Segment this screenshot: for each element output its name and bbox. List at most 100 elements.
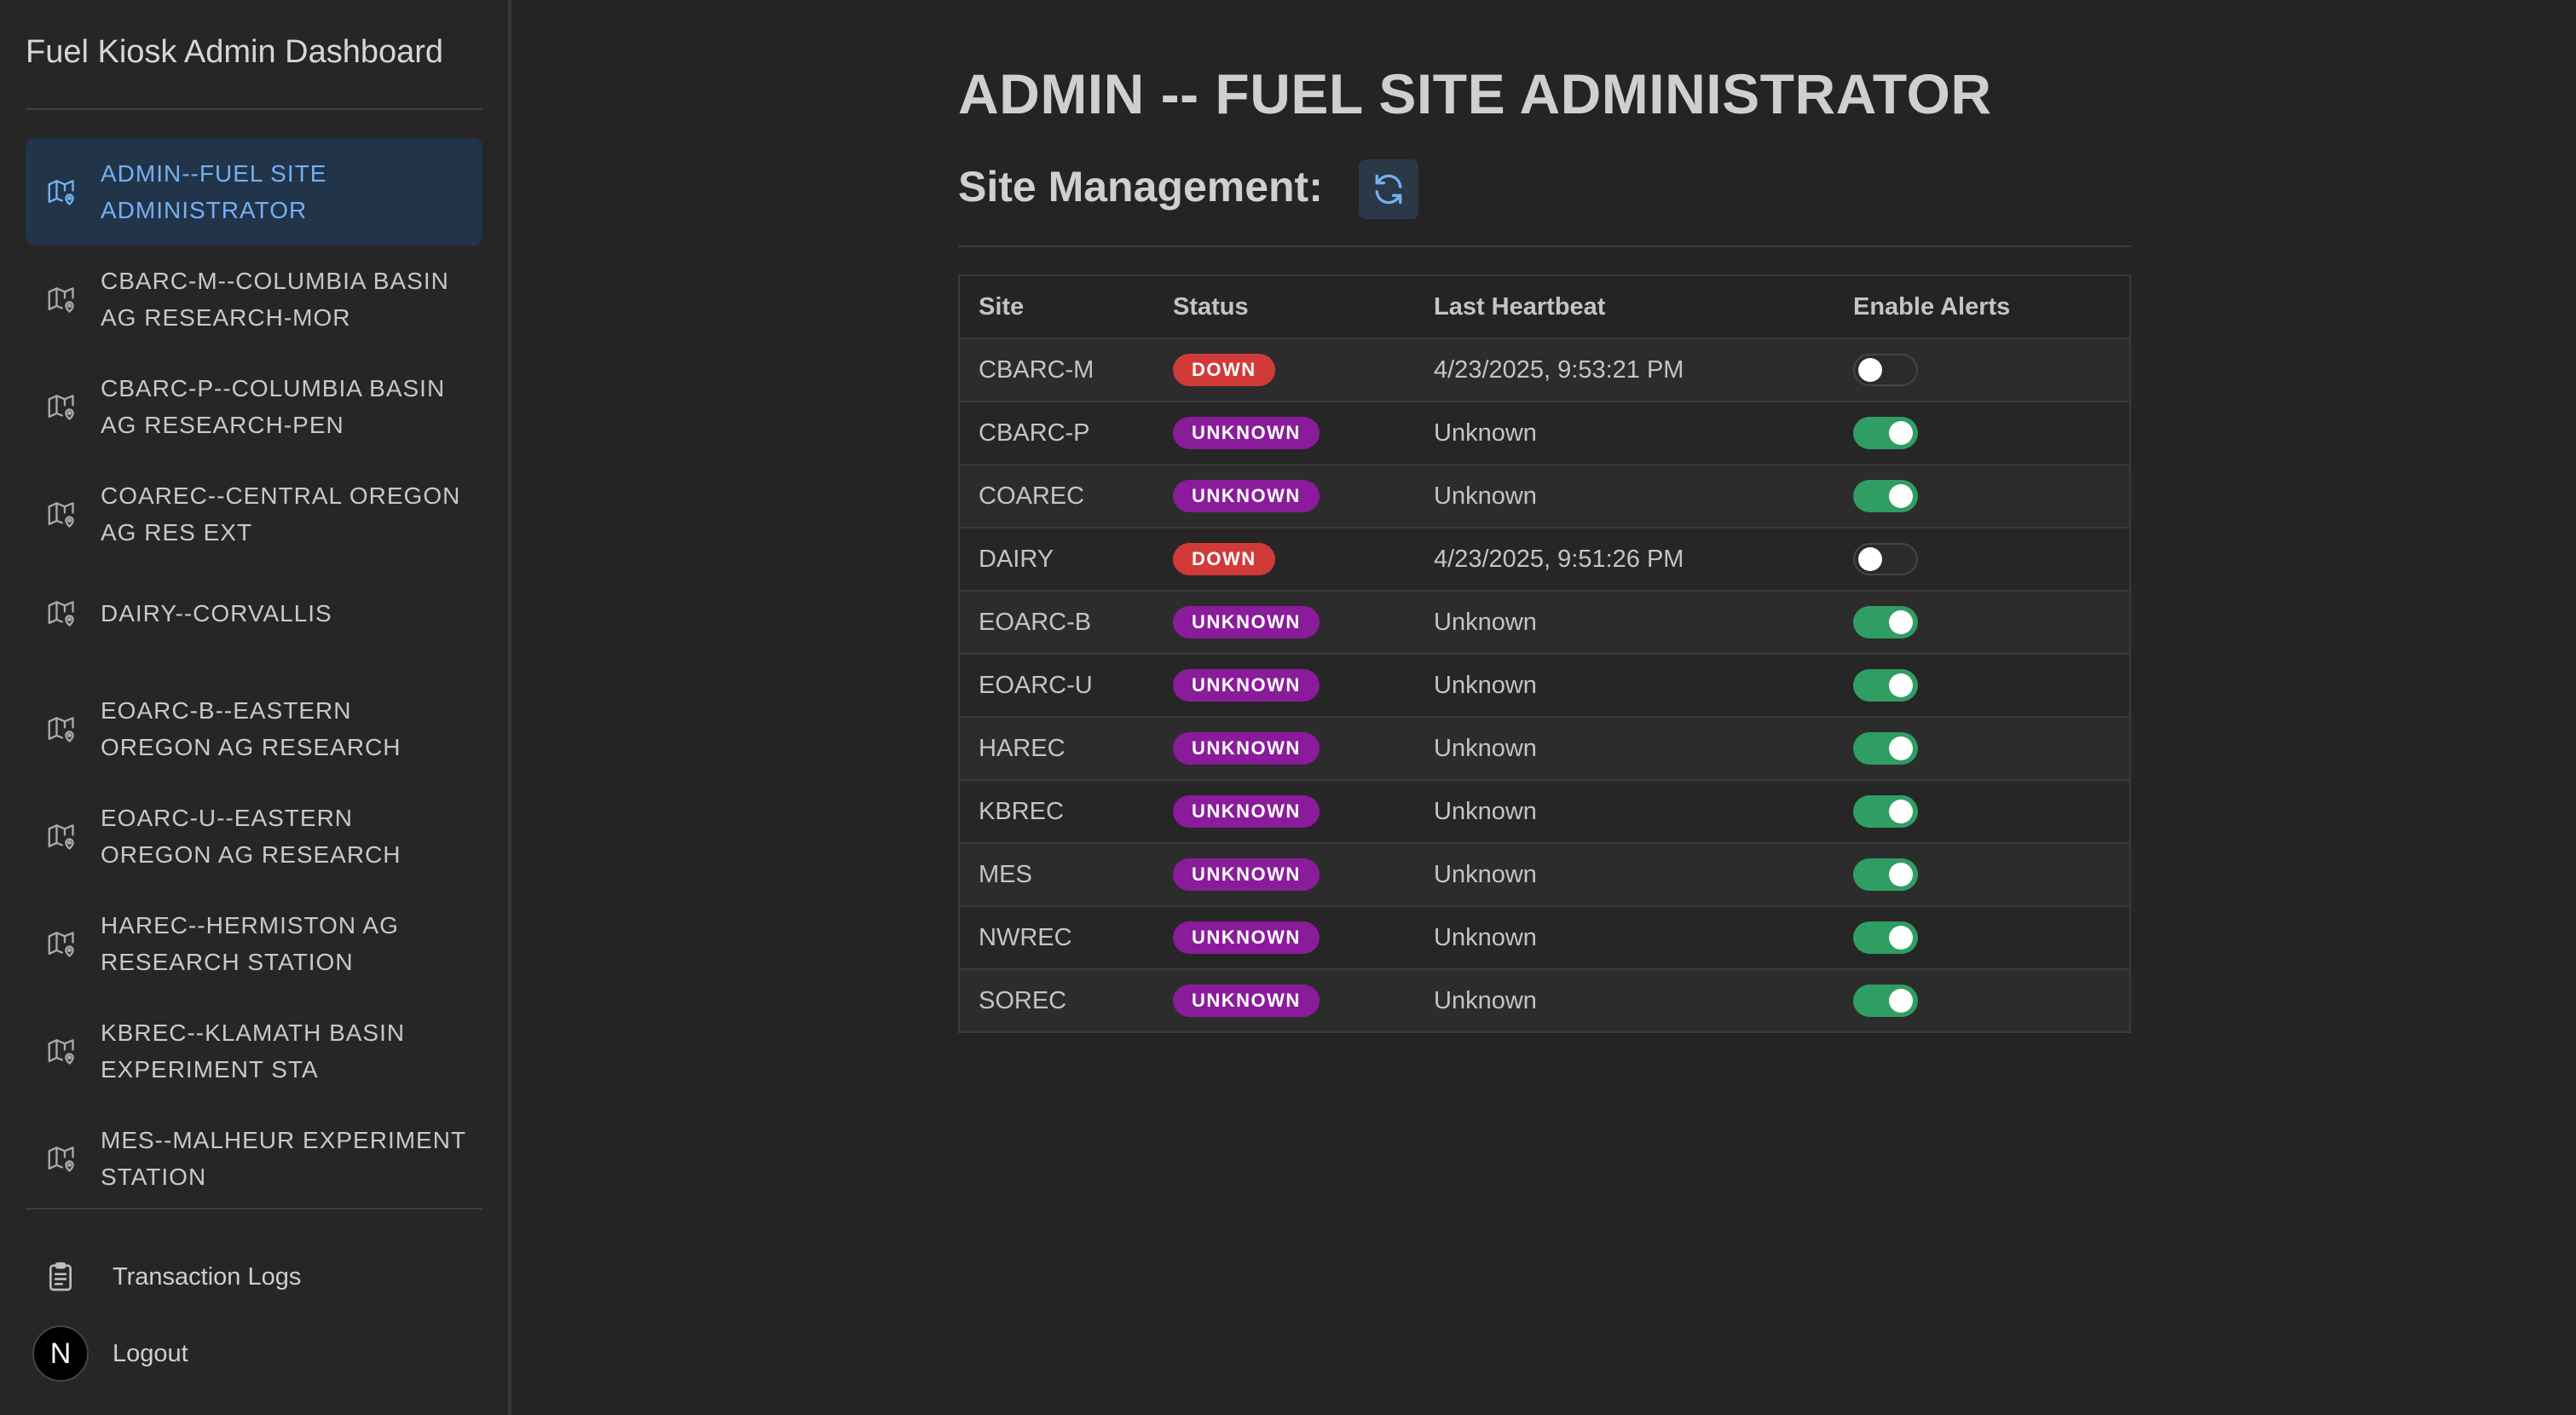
map-pin-icon <box>43 710 80 748</box>
table-row: EOARC-U UNKNOWN Unknown <box>960 653 2129 716</box>
table-row: KBREC UNKNOWN Unknown <box>960 779 2129 842</box>
toggle-knob <box>1889 800 1913 823</box>
map-pin-icon <box>43 594 80 632</box>
sidebar-item-dairy[interactable]: DAIRY--CORVALLIS <box>26 571 482 655</box>
map-pin-icon <box>43 925 80 962</box>
last-heartbeat-cell: Unknown <box>1434 482 1537 510</box>
status-cell: DOWN <box>1173 543 1434 575</box>
status-cell: UNKNOWN <box>1173 985 1434 1017</box>
enable-alerts-toggle[interactable] <box>1853 543 1918 575</box>
table-row: NWREC UNKNOWN Unknown <box>960 905 2129 968</box>
status-cell: DOWN <box>1173 354 1434 386</box>
enable-alerts-toggle[interactable] <box>1853 921 1918 954</box>
toggle-knob <box>1889 484 1913 508</box>
toggle-knob <box>1858 358 1882 382</box>
map-pin-icon <box>43 1032 80 1070</box>
map-pin-icon <box>43 817 80 855</box>
sidebar-item-eoarc-b[interactable]: EOARC-B--EASTERN OREGON AG RESEARCH <box>26 675 482 783</box>
enable-alerts-toggle[interactable] <box>1853 354 1918 386</box>
alerts-cell <box>1853 417 2109 449</box>
site-cell: COAREC <box>979 482 1085 510</box>
table-row: MES UNKNOWN Unknown <box>960 842 2129 905</box>
header-enable-alerts: Enable Alerts <box>1853 292 2011 321</box>
sidebar-item-cbarc-m[interactable]: CBARC-M--COLUMBIA BASIN AG RESEARCH-MOR <box>26 245 482 353</box>
sidebar-item-kbrec[interactable]: KBREC--KLAMATH BASIN EXPERIMENT STA <box>26 997 482 1105</box>
sidebar-item-label: ADMIN--FUEL SITE ADMINISTRATOR <box>101 160 327 223</box>
site-cell: CBARC-P <box>979 419 1090 447</box>
header-site: Site <box>979 292 1025 321</box>
status-cell: UNKNOWN <box>1173 921 1434 954</box>
status-cell: UNKNOWN <box>1173 795 1434 828</box>
table-row: DAIRY DOWN 4/23/2025, 9:51:26 PM <box>960 527 2129 590</box>
last-heartbeat-cell: Unknown <box>1434 923 1537 951</box>
status-cell: UNKNOWN <box>1173 732 1434 765</box>
sidebar-item-label: HAREC--HERMISTON AG RESEARCH STATION <box>101 912 399 975</box>
map-pin-icon <box>43 280 80 318</box>
table-body: CBARC-M DOWN 4/23/2025, 9:53:21 PM CBARC-P U… <box>960 338 2129 1031</box>
status-badge: UNKNOWN <box>1173 606 1320 638</box>
site-cell: EOARC-B <box>979 608 1092 636</box>
sidebar-divider <box>26 108 482 110</box>
last-heartbeat-cell: Unknown <box>1434 797 1537 825</box>
table-row: CBARC-M DOWN 4/23/2025, 9:53:21 PM <box>960 338 2129 401</box>
table-row: COAREC UNKNOWN Unknown <box>960 464 2129 527</box>
status-badge: UNKNOWN <box>1173 732 1320 765</box>
sidebar-item-harec[interactable]: HAREC--HERMISTON AG RESEARCH STATION <box>26 890 482 997</box>
alerts-cell <box>1853 669 2109 702</box>
sites-table: Site Status Last Heartbeat Enable Alerts… <box>958 274 2131 1033</box>
alerts-cell <box>1853 795 2109 828</box>
clipboard-icon <box>32 1249 89 1305</box>
toggle-knob <box>1889 673 1913 697</box>
toggle-knob <box>1889 736 1913 760</box>
status-badge: UNKNOWN <box>1173 985 1320 1017</box>
logout-link[interactable]: N Logout <box>26 1320 482 1388</box>
table-row: CBARC-P UNKNOWN Unknown <box>960 401 2129 464</box>
sidebar-item-label: DAIRY--CORVALLIS <box>101 599 332 627</box>
last-heartbeat-cell: Unknown <box>1434 734 1537 762</box>
toggle-knob <box>1889 863 1913 887</box>
status-badge: UNKNOWN <box>1173 417 1320 449</box>
last-heartbeat-cell: 4/23/2025, 9:51:26 PM <box>1434 545 1684 573</box>
toggle-knob <box>1889 610 1913 634</box>
last-heartbeat-cell: Unknown <box>1434 860 1537 888</box>
map-pin-icon <box>43 173 80 211</box>
status-badge: UNKNOWN <box>1173 480 1320 512</box>
toggle-knob <box>1889 421 1913 445</box>
sidebar-item-eoarc-u[interactable]: EOARC-U--EASTERN OREGON AG RESEARCH <box>26 783 482 890</box>
site-cell: SOREC <box>979 986 1067 1014</box>
alerts-cell <box>1853 858 2109 891</box>
enable-alerts-toggle[interactable] <box>1853 606 1918 638</box>
transaction-logs-label: Transaction Logs <box>113 1262 302 1291</box>
sidebar-item-label: CBARC-M--COLUMBIA BASIN AG RESEARCH-MOR <box>101 268 449 331</box>
toggle-knob <box>1889 926 1913 950</box>
alerts-cell <box>1853 606 2109 638</box>
table-header-row: Site Status Last Heartbeat Enable Alerts <box>960 276 2129 338</box>
status-cell: UNKNOWN <box>1173 480 1434 512</box>
table-row: SOREC UNKNOWN Unknown <box>960 968 2129 1031</box>
toggle-knob <box>1858 547 1882 571</box>
sidebar-item-mes[interactable]: MES--MALHEUR EXPERIMENT STATION <box>26 1105 482 1212</box>
status-badge: DOWN <box>1173 543 1275 575</box>
sidebar-item-cbarc-p[interactable]: CBARC-P--COLUMBIA BASIN AG RESEARCH-PEN <box>26 353 482 460</box>
enable-alerts-toggle[interactable] <box>1853 417 1918 449</box>
section-divider <box>958 245 2131 247</box>
last-heartbeat-cell: Unknown <box>1434 986 1537 1014</box>
refresh-icon <box>1370 170 1407 208</box>
avatar-wrap: N <box>32 1325 89 1382</box>
avatar: N <box>32 1325 89 1382</box>
enable-alerts-toggle[interactable] <box>1853 858 1918 891</box>
alerts-cell <box>1853 985 2109 1017</box>
enable-alerts-toggle[interactable] <box>1853 480 1918 512</box>
enable-alerts-toggle[interactable] <box>1853 732 1918 765</box>
sidebar-item-admin[interactable]: ADMIN--FUEL SITE ADMINISTRATOR <box>26 138 482 245</box>
refresh-button[interactable] <box>1359 159 1418 219</box>
enable-alerts-toggle[interactable] <box>1853 795 1918 828</box>
last-heartbeat-cell: 4/23/2025, 9:53:21 PM <box>1434 355 1684 384</box>
status-badge: UNKNOWN <box>1173 858 1320 891</box>
status-cell: UNKNOWN <box>1173 858 1434 891</box>
enable-alerts-toggle[interactable] <box>1853 985 1918 1017</box>
transaction-logs-link[interactable]: Transaction Logs <box>26 1243 482 1311</box>
enable-alerts-toggle[interactable] <box>1853 669 1918 702</box>
logout-label: Logout <box>113 1339 188 1367</box>
sidebar-item-coarec[interactable]: COAREC--CENTRAL OREGON AG RES EXT <box>26 460 482 568</box>
